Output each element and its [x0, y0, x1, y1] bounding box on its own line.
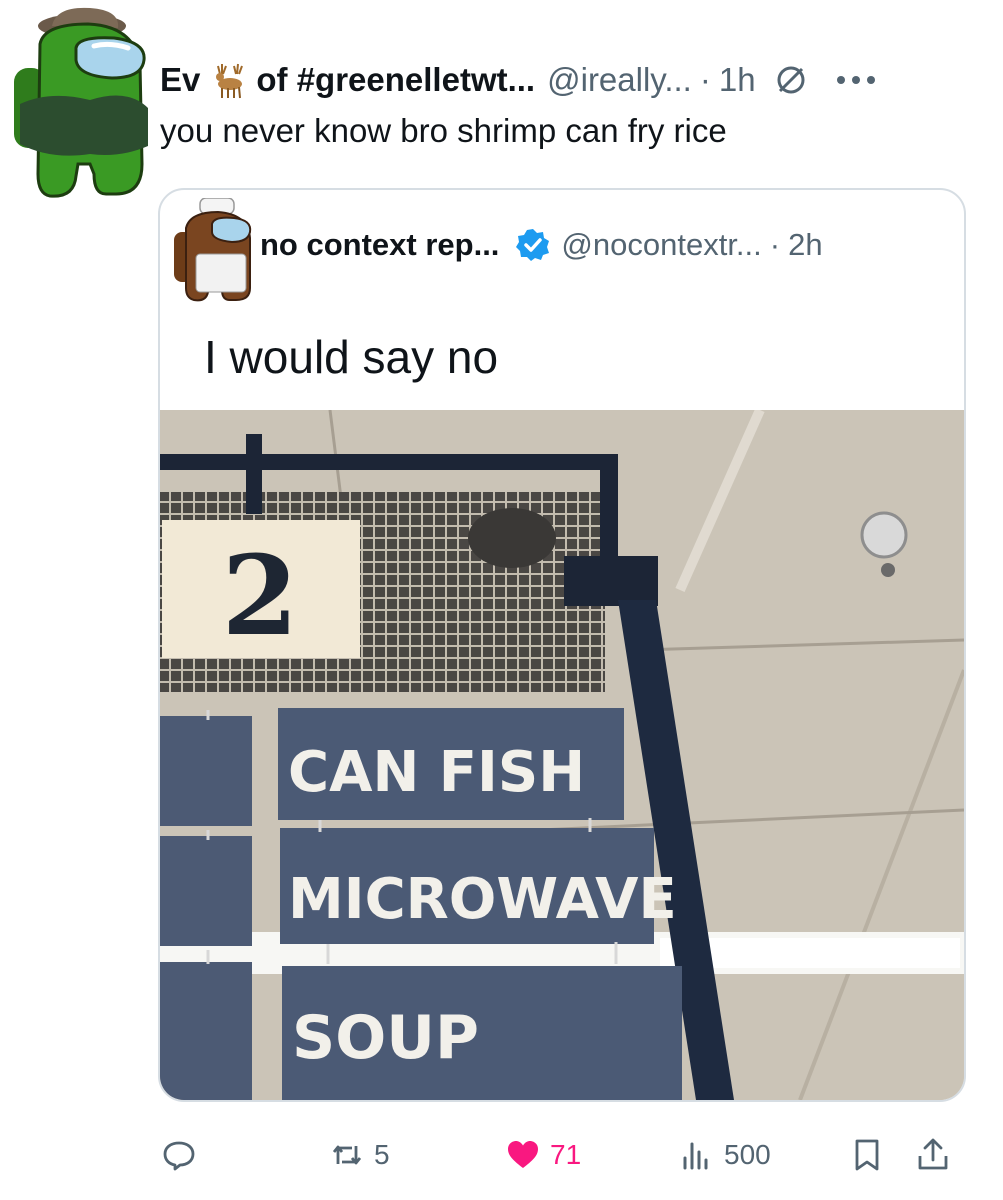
- quote-media-image[interactable]: 2 CAN FISH MICROWAVE SOUP: [160, 410, 964, 1100]
- tweet-action-bar: 5 71 500: [0, 1130, 1003, 1186]
- quote-author-avatar[interactable]: [170, 198, 256, 302]
- retweet-button[interactable]: 5: [330, 1138, 390, 1172]
- author-name-end[interactable]: of #greenelletwt...: [256, 61, 535, 99]
- sign-can-fish: CAN FISH: [288, 740, 585, 805]
- quote-author-name[interactable]: no context rep...: [260, 227, 499, 263]
- views-button[interactable]: 500: [680, 1138, 771, 1172]
- tweet-header: Ev of #greenelletwt... @ireally... · 1h: [160, 55, 878, 105]
- quote-time[interactable]: 2h: [788, 227, 822, 263]
- reply-icon: [163, 1141, 195, 1171]
- sign-soup: SOUP: [292, 1003, 479, 1073]
- views-icon: [683, 1142, 708, 1170]
- retweet-icon: [332, 1145, 362, 1165]
- retweet-count: 5: [374, 1139, 390, 1170]
- separator-dot: ·: [769, 227, 781, 262]
- views-count: 500: [724, 1139, 771, 1170]
- bookmark-button[interactable]: [850, 1138, 884, 1172]
- brown-crewmate-chef-icon: [174, 198, 252, 302]
- author-name-start[interactable]: Ev: [160, 61, 200, 99]
- author-handle[interactable]: @ireally...: [547, 61, 692, 99]
- share-button[interactable]: [916, 1138, 950, 1172]
- like-button[interactable]: 71: [506, 1138, 581, 1172]
- muted-icon: [777, 66, 805, 94]
- share-icon: [918, 1138, 948, 1170]
- separator-dot: ·: [699, 61, 711, 98]
- quote-text: I would say no: [204, 331, 499, 383]
- bookmark-icon: [855, 1139, 879, 1171]
- aisle-sign-photo: 2 CAN FISH MICROWAVE SOUP: [160, 410, 964, 1100]
- aisle-number: 2: [222, 531, 299, 660]
- verified-badge-icon: [516, 229, 550, 261]
- quote-author-handle[interactable]: @nocontextr...: [561, 227, 761, 263]
- author-avatar[interactable]: [10, 4, 150, 204]
- more-icon[interactable]: [834, 73, 878, 87]
- heart-icon: [508, 1141, 538, 1168]
- quote-header: no context rep... @nocontextr... · 2h: [260, 220, 823, 270]
- green-crewmate-icon: [14, 7, 148, 198]
- aisle-signs: CAN FISH MICROWAVE SOUP: [278, 708, 682, 1100]
- tweet-time[interactable]: 1h: [719, 61, 756, 99]
- deer-icon: [216, 63, 244, 99]
- tweet-text: you never know bro shrimp can fry rice: [160, 112, 727, 149]
- like-count: 71: [550, 1139, 582, 1170]
- quote-tweet-card[interactable]: no context rep... @nocontextr... · 2h I …: [158, 188, 966, 1102]
- sign-microwave: MICROWAVE: [288, 867, 677, 932]
- reply-button[interactable]: [162, 1138, 196, 1172]
